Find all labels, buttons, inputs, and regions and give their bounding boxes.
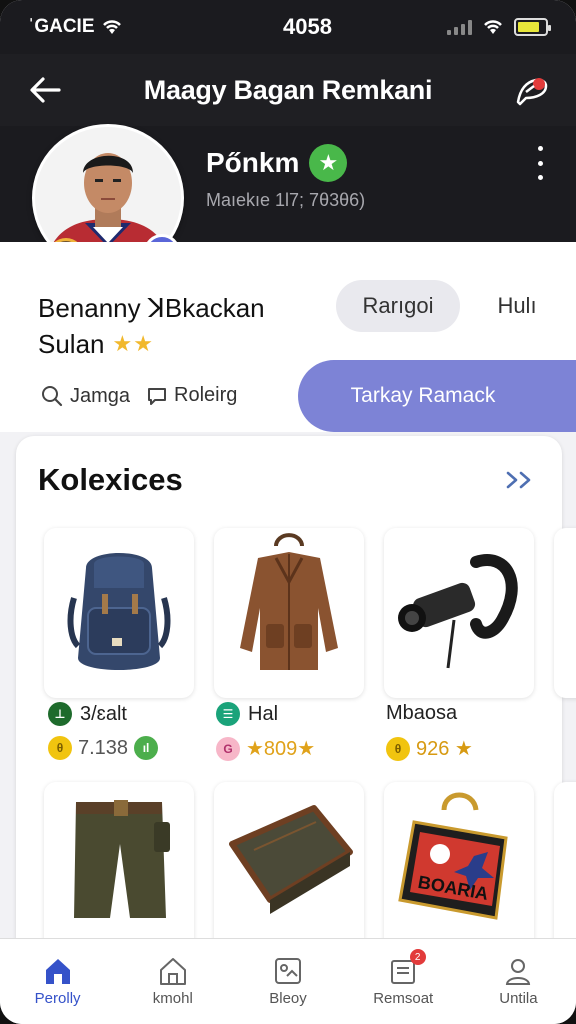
- status-time: 4058: [283, 14, 332, 39]
- home-outline-icon: [159, 958, 186, 985]
- battery-icon: [514, 18, 551, 36]
- status-right: [447, 18, 551, 36]
- user-icon: [506, 959, 531, 985]
- more-options-button[interactable]: [530, 146, 550, 180]
- wifi-icon: [484, 20, 502, 34]
- message-link-label: Roleirg: [174, 384, 238, 406]
- back-button[interactable]: [0, 54, 90, 126]
- profile-name: Pőnkm: [206, 147, 300, 178]
- nav-item-1[interactable]: Perolly: [0, 939, 115, 1024]
- item-price-label: 926 ★: [416, 738, 473, 760]
- signal-icon: [447, 19, 472, 35]
- bird-icon: [516, 78, 548, 106]
- tab-inactive[interactable]: Hulı: [482, 280, 552, 332]
- page-title: Maagy Bagan Remkani: [143, 74, 433, 105]
- item-type-icon: ☰: [216, 702, 240, 726]
- collection-item-pants[interactable]: [44, 782, 194, 952]
- scope-image: [398, 554, 518, 669]
- phone-screen: ˈGACIE 4058 Maagy Bagan Remkani Pőnkm ★ …: [0, 0, 576, 1024]
- bottom-nav: Perolly kmohl Bleoy 2 Remsoat Untila: [0, 938, 576, 1024]
- coin-icon: θ: [48, 736, 72, 760]
- pants-image: [74, 800, 170, 918]
- full-name-line1: Benanny ꓘBkackan: [38, 293, 265, 323]
- item-name-3: Mbaosa: [386, 702, 457, 725]
- full-name-line2-row: Sulan ★★: [38, 326, 265, 362]
- collection-title: Kolexices: [38, 462, 183, 497]
- gem-icon: ıl: [134, 736, 159, 760]
- item-type-icon: ⊥: [48, 702, 72, 726]
- item-name-label: Hal: [248, 702, 279, 725]
- collection-item-partial[interactable]: [554, 528, 576, 698]
- item-name-label: Mbaosa: [386, 702, 458, 724]
- jacket-image: [240, 533, 338, 670]
- collection-item-scope[interactable]: [384, 528, 534, 698]
- message-link[interactable]: Roleirg: [146, 384, 237, 407]
- profile-name-row: Pőnkm ★: [206, 144, 348, 182]
- gallery-icon: [275, 958, 301, 984]
- pouch-image: [229, 805, 353, 914]
- backpack-image: [67, 553, 171, 670]
- carrier-label: ˈGACIE: [28, 16, 95, 37]
- collection-item-partial[interactable]: [554, 782, 576, 952]
- arrow-left-icon: [30, 77, 61, 103]
- nav-label: Remsoat: [373, 990, 434, 1007]
- collection-item-badge-bag[interactable]: BOARIA: [384, 782, 534, 952]
- coin-icon: θ: [386, 736, 410, 761]
- rating-stars: ★★: [112, 331, 154, 357]
- profile-subtitle: Maıekıe 1l7; 7θ3θ6): [206, 190, 366, 210]
- nav-label: Bleoy: [269, 990, 307, 1007]
- item-price-3: θ 926 ★: [386, 736, 473, 761]
- primary-action-button[interactable]: Tarkay Ramack: [298, 360, 576, 432]
- status-bar: ˈGACIE 4058: [0, 0, 576, 54]
- chat-bubble-icon: [148, 387, 166, 405]
- notification-badge: 2: [409, 949, 426, 965]
- search-link-label: Jamga: [70, 384, 131, 407]
- search-icon: [42, 386, 63, 407]
- item-price-label: ★809★: [246, 738, 316, 760]
- status-left: ˈGACIE: [28, 16, 228, 38]
- tab-active[interactable]: Rarıgoi: [336, 280, 460, 332]
- home-filled-icon: [45, 959, 70, 984]
- nav-label: kmohl: [152, 990, 193, 1007]
- nav-item-2[interactable]: kmohl: [115, 939, 230, 1024]
- search-link[interactable]: Jamga: [40, 384, 130, 408]
- nav-label: Perolly: [34, 990, 81, 1007]
- nav-item-4[interactable]: 2 Remsoat: [346, 939, 461, 1024]
- collection-item-jacket[interactable]: [214, 528, 364, 698]
- item-price-label: 7.138: [78, 736, 129, 759]
- wifi-icon: [102, 20, 121, 34]
- item-name-1: ⊥ 3/ɛalt: [48, 702, 127, 726]
- item-name-label: 3/ɛalt: [80, 702, 127, 725]
- coin-icon: G: [216, 736, 240, 761]
- collection-item-backpack[interactable]: [44, 528, 194, 698]
- item-price-2: G ★809★: [216, 736, 315, 761]
- share-button[interactable]: [486, 54, 576, 126]
- item-name-2: ☰ Hal: [216, 702, 278, 726]
- item-price-1: θ 7.138 ıl: [48, 736, 159, 760]
- bag-image: BOARIA: [398, 792, 508, 920]
- full-name-line2: Sulan: [38, 329, 105, 360]
- collection-item-pouch[interactable]: [214, 782, 364, 952]
- profile-full-name: Benanny ꓘBkackan Sulan ★★: [38, 290, 265, 363]
- nav-label: Untila: [499, 990, 538, 1007]
- nav-item-5[interactable]: Untila: [461, 939, 576, 1024]
- double-chevron-right-icon: [506, 471, 531, 489]
- see-all-button[interactable]: [500, 460, 540, 500]
- app-bar: Maagy Bagan Remkani: [0, 54, 576, 126]
- verified-star-icon: ★: [309, 144, 348, 182]
- nav-item-3[interactable]: Bleoy: [230, 939, 345, 1024]
